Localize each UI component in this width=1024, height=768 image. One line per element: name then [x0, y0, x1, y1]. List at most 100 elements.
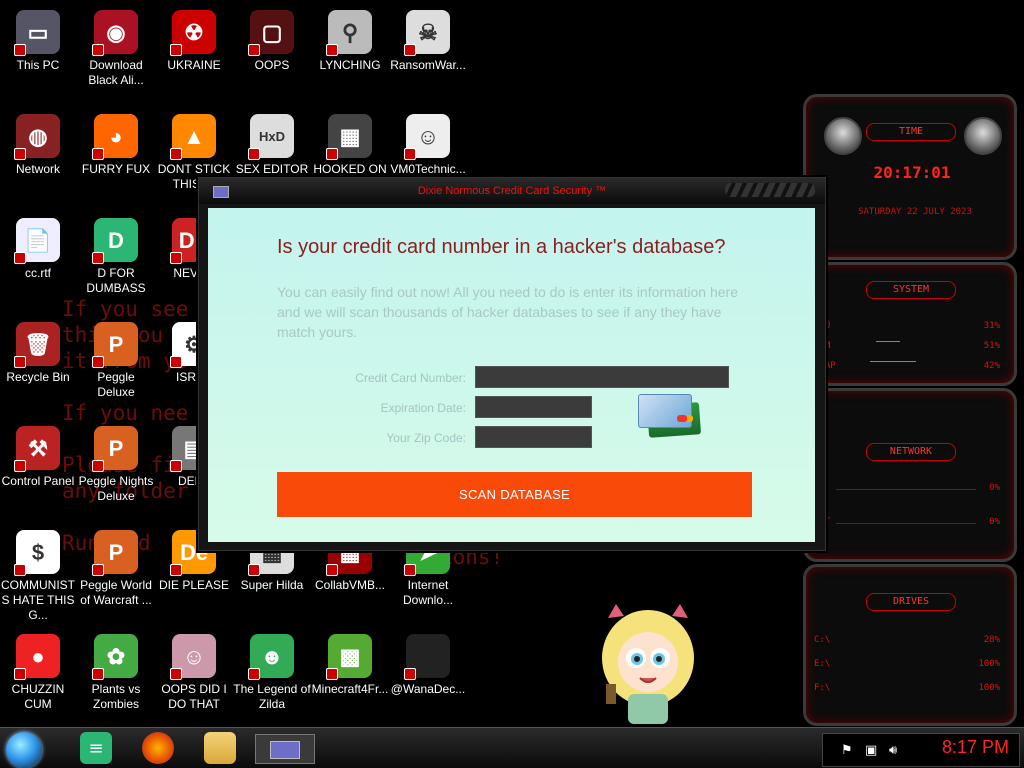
credit-card-number-input[interactable]: [475, 366, 729, 388]
hex-editor-icon: HxD: [248, 114, 294, 160]
desktop-icon[interactable]: P Peggle World of Warcraft ...: [77, 530, 155, 608]
desktop-icon[interactable]: ◍ Network: [0, 114, 77, 177]
start-button[interactable]: [6, 732, 42, 768]
zip-code-label: Your Zip Code:: [386, 431, 466, 445]
hooked-on-icon: ▦: [326, 114, 372, 160]
flag-icon[interactable]: ⚑: [841, 743, 853, 758]
desktop-icon[interactable]: $ COMMUNISTS HATE THIS G...: [0, 530, 77, 623]
peggle-icon: P: [92, 322, 138, 368]
desktop-icon-label: This PC: [16, 58, 60, 72]
gadget-time: 20:17:01: [873, 163, 951, 182]
desktop-icon-label: UKRAINE: [167, 58, 221, 72]
desktop-icon-label: D FOR DUMBASS: [86, 266, 146, 295]
shortcut-badge-icon: [92, 668, 104, 680]
time-panel: TIME 20:17:01 SATURDAY 22 JULY 2023: [803, 94, 1017, 260]
shortcut-badge-icon: [326, 564, 338, 576]
shortcut-badge-icon: [404, 564, 416, 576]
net-out-row: OUT0%: [814, 517, 1000, 527]
file-explorer-icon[interactable]: [204, 732, 236, 764]
desktop-icon[interactable]: 📄 cc.rtf: [0, 218, 77, 281]
desktop-icon-label: Internet Downlo...: [402, 578, 454, 607]
net-in-graph: [836, 489, 976, 490]
shortcut-badge-icon: [170, 44, 182, 56]
desktop-icon[interactable]: ☢ UKRAINE: [155, 10, 233, 73]
shortcut-badge-icon: [248, 148, 260, 160]
desktop-icon-label: LYNCHING: [319, 58, 381, 72]
shortcut-badge-icon: [248, 668, 260, 680]
firefox-icon[interactable]: [142, 732, 174, 764]
desktop-icon[interactable]: ▩ Minecraft4Fr...: [311, 634, 389, 697]
recycle-bin-icon: 🗑: [14, 322, 60, 368]
firefox-icon: ◕: [92, 114, 138, 160]
desktop-icon[interactable]: ✿ Plants vs Zombies: [77, 634, 155, 712]
desktop-icon[interactable]: ☻ The Legend of Zilda: [233, 634, 311, 712]
shortcut-badge-icon: [404, 44, 416, 56]
cpu-value: 31%: [983, 321, 1000, 331]
titlebar-decoration: [725, 183, 815, 197]
drive-f-label: F:\: [814, 683, 831, 693]
window-titlebar[interactable]: Dixie Normous Credit Card Security ™: [199, 178, 825, 204]
scan-database-button[interactable]: SCAN DATABASE: [277, 472, 752, 517]
desktop-icon-label: COMMUNISTS HATE THIS G...: [1, 578, 75, 622]
shortcut-badge-icon: [92, 460, 104, 472]
system-monitor-gadget: TIME 20:17:01 SATURDAY 22 JULY 2023 SYST…: [795, 94, 1024, 726]
net-out-value: 0%: [989, 517, 1000, 527]
desktop-icon[interactable]: ▢ OOPS: [233, 10, 311, 73]
desktop-icon[interactable]: ⚲ LYNCHING: [311, 10, 389, 73]
desktop-icon[interactable]: 🗑 Recycle Bin: [0, 322, 77, 385]
desktop-icon[interactable]: ▭ This PC: [0, 10, 77, 73]
shortcut-badge-icon: [170, 252, 182, 264]
document-icon: 📄: [14, 218, 60, 264]
desktop-icon-label: Network: [15, 162, 60, 176]
shortcut-badge-icon: [14, 44, 26, 56]
swap-row: SWAP42%: [814, 361, 1000, 371]
desktop-icon[interactable]: ▦ HOOKED ON: [311, 114, 389, 177]
desktop-icon[interactable]: ● CHUZZIN CUM: [0, 634, 77, 712]
desktop-icon[interactable]: @WanaDec...: [389, 634, 467, 697]
desktop-icon-label: Super Hilda: [240, 578, 304, 592]
peggle-nights-icon: P: [92, 426, 138, 472]
shortcut-badge-icon: [92, 44, 104, 56]
desktop-icon-label: Recycle Bin: [6, 370, 70, 384]
shortcut-badge-icon: [14, 252, 26, 264]
shortcut-badge-icon: [326, 668, 338, 680]
desktop-icon-label: Download Black Ali...: [88, 58, 144, 87]
credit-cards-icon: [638, 394, 706, 438]
chuzzle-icon: ●: [14, 634, 60, 680]
peggle-wow-icon: P: [92, 530, 138, 576]
desktop-icon-label: RansomWar...: [390, 58, 466, 72]
shortcut-badge-icon: [14, 148, 26, 160]
shortcut-badge-icon: [14, 668, 26, 680]
expiration-date-input[interactable]: [475, 396, 592, 418]
desktop-icon[interactable]: ⚒ Control Panel: [0, 426, 77, 489]
drive-c-value: 28%: [983, 635, 1000, 645]
desktop-icon[interactable]: HxD SEX EDITOR: [233, 114, 311, 177]
ransomware-icon: ☠: [404, 10, 450, 56]
taskbar-active-window[interactable]: [255, 734, 315, 764]
desktop-icon[interactable]: ☺ VM0Technic...: [389, 114, 467, 177]
zip-code-input[interactable]: [475, 426, 592, 448]
shortcut-badge-icon: [170, 460, 182, 472]
minecraft-icon: ▩: [326, 634, 372, 680]
volume-icon[interactable]: 🔊︎: [889, 743, 897, 758]
credit-card-number-label: Credit Card Number:: [355, 371, 466, 385]
radiation-icon: ☢: [170, 10, 216, 56]
desktop-icon-label: VM0Technic...: [390, 162, 466, 176]
plants-vs-zombies-icon: ✿: [92, 634, 138, 680]
desktop-icon[interactable]: P Peggle Nights Deluxe: [77, 426, 155, 504]
taskbar-clock[interactable]: 8:17 PM: [942, 737, 1009, 758]
desktop-icon[interactable]: ◕ FURRY FUX: [77, 114, 155, 177]
desktop-icon[interactable]: ☠ RansomWar...: [389, 10, 467, 73]
desktop-icon[interactable]: ☺ OOPS DID I DO THAT: [155, 634, 233, 712]
cartoon-character-sticker: [598, 600, 698, 728]
drives-title: DRIVES: [866, 593, 956, 611]
desktop-icon[interactable]: P Peggle Deluxe: [77, 322, 155, 400]
network-icon[interactable]: ▣: [865, 743, 877, 758]
shortcut-badge-icon: [92, 564, 104, 576]
shortcut-badge-icon: [92, 252, 104, 264]
desktop-icon[interactable]: DD FOR DUMBASS: [77, 218, 155, 296]
docs-app-icon[interactable]: ≡: [80, 732, 112, 764]
shortcut-badge-icon: [92, 356, 104, 368]
desktop-icon[interactable]: ◉ Download Black Ali...: [77, 10, 155, 88]
headline: Is your credit card number in a hacker's…: [277, 236, 726, 258]
